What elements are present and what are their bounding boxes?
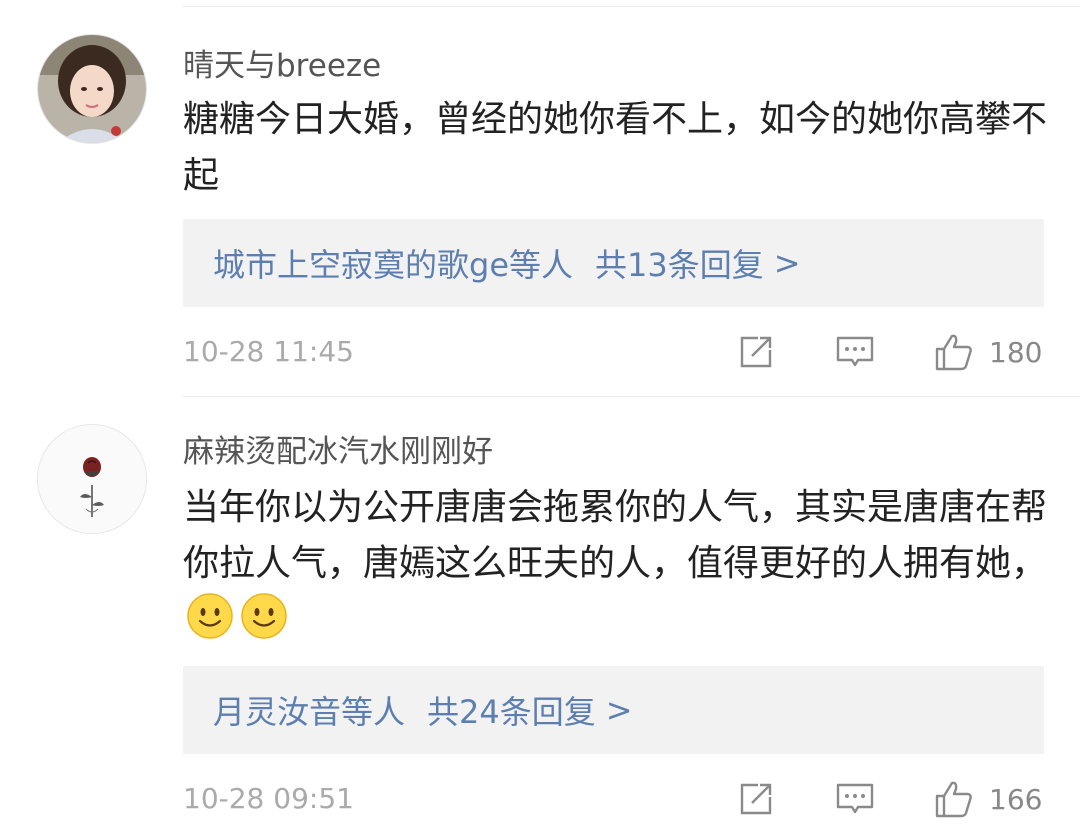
username[interactable]: 麻辣烫配冰汽水刚刚好 (183, 426, 493, 471)
thumbs-up-icon (935, 781, 972, 818)
smile-emoji-icon (240, 592, 288, 657)
rose-sketch-icon (38, 425, 146, 533)
comment-text-body: 糖糖今日大婚，曾经的她你看不上，如今的她你高攀不起 (183, 99, 1048, 196)
comment-text-body: 当年你以为公开唐唐会拖累你的人气，其实是唐唐在帮你拉人气，唐嫣这么旺夫的人，值得… (183, 487, 1048, 584)
comment-footer: 10-28 11:45 180 (183, 332, 1044, 372)
avatar[interactable] (37, 424, 147, 534)
like-count: 180 (989, 335, 1043, 369)
comment-footer: 10-28 09:51 166 (183, 779, 1044, 819)
timestamp: 10-28 11:45 (183, 335, 354, 368)
comment-text: 糖糖今日大婚，曾经的她你看不上，如今的她你高攀不起 (183, 92, 1053, 204)
comment-icon (836, 336, 874, 367)
like-count: 166 (989, 782, 1043, 816)
chevron-right-icon: > (605, 691, 633, 729)
comment-button[interactable] (834, 332, 876, 372)
reply-count: 共13条回复 (595, 246, 764, 284)
portrait-photo-icon (38, 35, 146, 143)
share-icon (740, 783, 772, 815)
like-button[interactable]: 166 (933, 779, 1042, 819)
reply-names: 月灵汝音等人 (213, 693, 406, 731)
comment-divider (183, 396, 1080, 397)
timestamp: 10-28 09:51 (183, 782, 354, 815)
forward-button[interactable] (736, 332, 776, 372)
reply-names: 城市上空寂寞的歌ge等人 (213, 246, 574, 284)
share-icon (740, 336, 772, 368)
replies-link[interactable]: 月灵汝音等人 共24条回复 > (183, 666, 1044, 754)
thumbs-up-icon (935, 334, 972, 371)
forward-button[interactable] (736, 779, 776, 819)
smile-emoji-icon (186, 592, 234, 657)
username[interactable]: 晴天与breeze (183, 40, 381, 85)
replies-link[interactable]: 城市上空寂寞的歌ge等人 共13条回复 > (183, 219, 1044, 307)
avatar[interactable] (37, 34, 147, 144)
like-button[interactable]: 180 (933, 332, 1042, 372)
reply-count: 共24条回复 (427, 693, 596, 731)
top-divider (183, 0, 1080, 7)
comment-text: 当年你以为公开唐唐会拖累你的人气，其实是唐唐在帮你拉人气，唐嫣这么旺夫的人，值得… (183, 480, 1053, 657)
comment-button[interactable] (834, 779, 876, 819)
comment-icon (836, 783, 874, 814)
chevron-right-icon: > (773, 244, 801, 282)
